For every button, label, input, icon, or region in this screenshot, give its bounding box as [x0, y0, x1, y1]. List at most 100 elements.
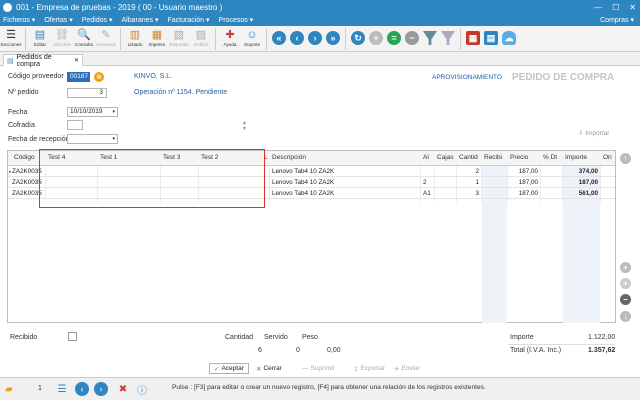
- cell-cantidad[interactable]: 2: [459, 168, 479, 175]
- impreso-button[interactable]: ▦ Impreso: [146, 28, 168, 47]
- close-all-icon[interactable]: ✖: [116, 382, 130, 396]
- remove-line-icon[interactable]: −: [620, 294, 631, 305]
- enviar-button[interactable]: ✈ Enviar: [390, 363, 424, 374]
- last-record-icon[interactable]: »: [326, 31, 340, 45]
- filter-icon[interactable]: [423, 31, 437, 45]
- cell-cantidad[interactable]: 3: [459, 190, 479, 197]
- menu-procesos[interactable]: Procesos ▾: [219, 16, 254, 24]
- info-icon[interactable]: ⓘ: [135, 382, 149, 397]
- servido-value: 0: [296, 347, 300, 354]
- cell-descripcion[interactable]: Lenovo Tab4 10 ZA2K: [272, 190, 334, 197]
- previous-record-icon[interactable]: ‹: [290, 31, 304, 45]
- equals-icon[interactable]: =: [387, 31, 401, 45]
- close-tab-icon[interactable]: ✕: [74, 57, 79, 64]
- cell-almacen[interactable]: A1: [423, 190, 431, 197]
- cofradia-label: Cofradía: [8, 122, 35, 129]
- menu-facturacion[interactable]: Facturación ▾: [168, 16, 210, 24]
- col-almacen[interactable]: Al: [423, 154, 429, 161]
- col-codigo[interactable]: Código: [14, 154, 35, 161]
- folder-icon[interactable]: ▰: [2, 382, 16, 396]
- minimize-icon[interactable]: —: [594, 3, 602, 12]
- cell-precio[interactable]: 187,00: [510, 190, 538, 197]
- pedido-input[interactable]: 3: [67, 88, 107, 98]
- vinculos-button[interactable]: ⛓ Vínculos: [51, 28, 73, 47]
- maximize-icon[interactable]: ☐: [612, 3, 619, 12]
- col-cantidad[interactable]: Cantid: [459, 154, 478, 161]
- aprovisionamiento-link[interactable]: APROVISIONAMIENTO: [432, 74, 502, 81]
- col-origen[interactable]: Ori: [603, 154, 612, 161]
- calendar-icon[interactable]: ▦: [466, 31, 480, 45]
- anotacion-button[interactable]: ✎ Anotación: [95, 28, 117, 47]
- insert-icon[interactable]: +: [620, 262, 631, 273]
- cell-descripcion[interactable]: Lenovo Tab4 10 ZA2K: [272, 179, 334, 186]
- peso-label: Peso: [302, 334, 318, 341]
- print-icon: ▦: [151, 29, 163, 41]
- cell-precio[interactable]: 187,00: [510, 179, 538, 186]
- scroll-arrows[interactable]: ▲ ▼: [242, 120, 247, 134]
- chart-icon: ▨: [195, 29, 207, 41]
- delete-icon[interactable]: −: [405, 31, 419, 45]
- menu-ofertas[interactable]: Ofertas ▾: [44, 16, 72, 24]
- menu-compras[interactable]: Compras ▾: [600, 16, 634, 24]
- cell-importe[interactable]: 374,00: [565, 168, 598, 175]
- soporte-button[interactable]: ☺ Soporte: [241, 28, 263, 47]
- highlight-box: [39, 149, 265, 208]
- proveedor-input[interactable]: 00187: [67, 72, 90, 82]
- col-descuento[interactable]: % Dt: [543, 154, 557, 161]
- col-descripcion[interactable]: Descripción: [272, 154, 306, 161]
- cell-importe[interactable]: 187,00: [565, 179, 598, 186]
- back-icon[interactable]: ‹: [75, 382, 89, 396]
- first-record-icon[interactable]: «: [272, 31, 286, 45]
- window-title: 001 - Empresa de pruebas - 2019 ( 00 - U…: [16, 2, 223, 12]
- add-line-icon[interactable]: +: [620, 278, 631, 289]
- editar-button[interactable]: ▤ Editar: [29, 28, 51, 47]
- add-icon[interactable]: +: [369, 31, 383, 45]
- cloud-icon[interactable]: ☁: [502, 31, 516, 45]
- tab-pedidos-compra[interactable]: ▤ Pedidos de compra ✕: [3, 54, 83, 68]
- move-down-icon[interactable]: ↓: [620, 311, 631, 322]
- exportar-button[interactable]: ⇪ Exportar: [349, 363, 389, 374]
- listado-button[interactable]: ▥ Listado: [124, 28, 146, 47]
- suprimir-button[interactable]: — Suprimir: [298, 363, 339, 374]
- cell-importe[interactable]: 561,00: [565, 190, 598, 197]
- fecha-input[interactable]: 10/10/2019 ▾: [67, 107, 118, 117]
- cantidad-value: 6: [258, 347, 262, 354]
- refresh-icon[interactable]: ↻: [351, 31, 365, 45]
- aceptar-button[interactable]: ✓ Aceptar: [209, 363, 249, 374]
- col-recibido[interactable]: Recibi: [484, 154, 502, 161]
- cell-precio[interactable]: 187,00: [510, 168, 538, 175]
- col-precio[interactable]: Precio: [510, 154, 528, 161]
- consulta-button[interactable]: 🔍 Consulta: [73, 28, 95, 47]
- list-icon[interactable]: ☰: [55, 382, 69, 396]
- edit-icon: ▤: [34, 29, 46, 41]
- recibido-checkbox[interactable]: [68, 332, 77, 341]
- col-cajas[interactable]: Cajas: [437, 154, 454, 161]
- col-importe[interactable]: Importe: [565, 154, 587, 161]
- cerrar-button[interactable]: ✕ Cerrar: [252, 363, 286, 374]
- etiquetas-button[interactable]: ▧ Etiquetas: [168, 28, 190, 47]
- pedido-label: Nº pedido: [8, 89, 39, 96]
- secciones-button[interactable]: ☰ Secciones: [0, 28, 22, 47]
- cell-almacen[interactable]: 2: [423, 179, 427, 186]
- menu-ficheros[interactable]: Ficheros ▾: [3, 16, 35, 24]
- record-count: 1: [38, 385, 42, 392]
- filter-clear-icon[interactable]: [441, 31, 455, 45]
- cell-descripcion[interactable]: Lenovo Tab4 10 ZA2K: [272, 168, 334, 175]
- close-icon[interactable]: ✕: [629, 3, 636, 12]
- lookup-icon[interactable]: ⊕: [94, 72, 104, 82]
- grafico-button[interactable]: ▨ Gráfico: [190, 28, 212, 47]
- cofradia-input[interactable]: [67, 120, 83, 130]
- menu-pedidos[interactable]: Pedidos ▾: [82, 16, 113, 24]
- forward-icon[interactable]: ›: [94, 382, 108, 396]
- menu-albaranes[interactable]: Albaranes ▾: [122, 16, 159, 24]
- next-record-icon[interactable]: ›: [308, 31, 322, 45]
- document-icon: ▤: [7, 57, 14, 65]
- ayuda-button[interactable]: ✚ Ayuda: [219, 28, 241, 47]
- move-up-icon[interactable]: ↑: [620, 153, 631, 164]
- calculator-icon[interactable]: ▤: [484, 31, 498, 45]
- chevron-down-icon: ▾: [112, 109, 115, 115]
- recepcion-input[interactable]: ▾: [67, 134, 118, 144]
- separator: [266, 28, 267, 50]
- importar-button[interactable]: ⇩ Importar: [578, 129, 609, 137]
- cell-cantidad[interactable]: 1: [459, 179, 479, 186]
